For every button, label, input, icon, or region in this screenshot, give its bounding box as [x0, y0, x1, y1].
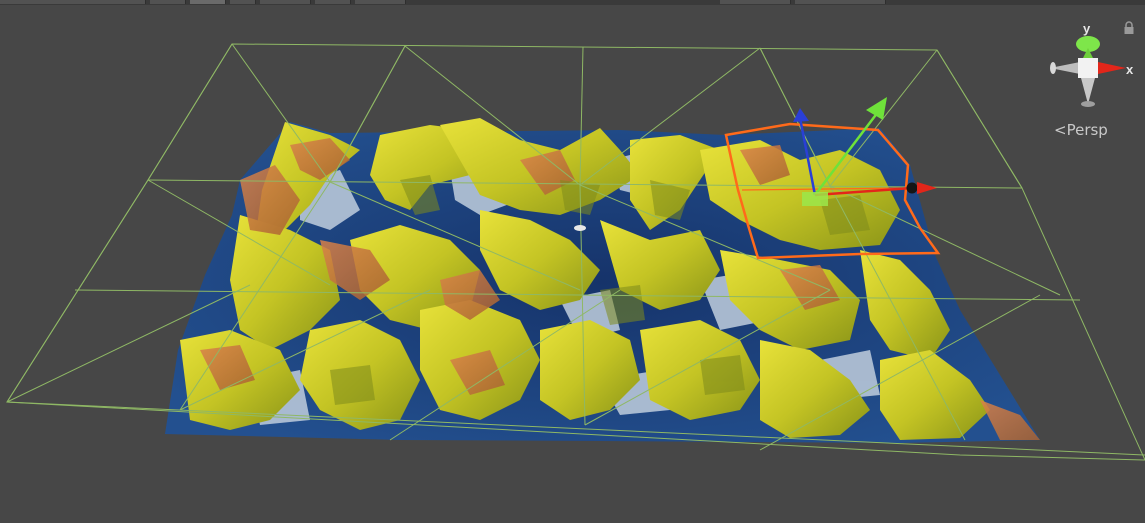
neg-y-cone-icon[interactable] [1081, 78, 1095, 104]
gizmo-center-cube[interactable] [1078, 58, 1098, 78]
plane-handle[interactable] [802, 192, 828, 206]
gizmo-x-label: x [1126, 62, 1134, 77]
x-cone-icon[interactable] [1098, 62, 1126, 74]
neg-y-cap [1081, 101, 1095, 107]
x-axis-arrow-icon[interactable] [917, 182, 937, 194]
perspective-chevron-icon: < [1054, 121, 1067, 139]
y-axis-arrow-icon[interactable] [866, 97, 887, 120]
neg-x-cap [1050, 62, 1056, 74]
projection-label: Persp [1066, 121, 1108, 139]
x-axis-cap [906, 182, 918, 194]
projection-toggle[interactable]: <Persp [1054, 121, 1108, 139]
z-axis-arrow-icon[interactable] [793, 108, 809, 122]
lock-icon[interactable] [1123, 21, 1135, 35]
scene-viewport[interactable] [0, 0, 1145, 523]
pivot-marker-icon [574, 225, 586, 231]
gizmo-y-label: y [1083, 21, 1091, 36]
